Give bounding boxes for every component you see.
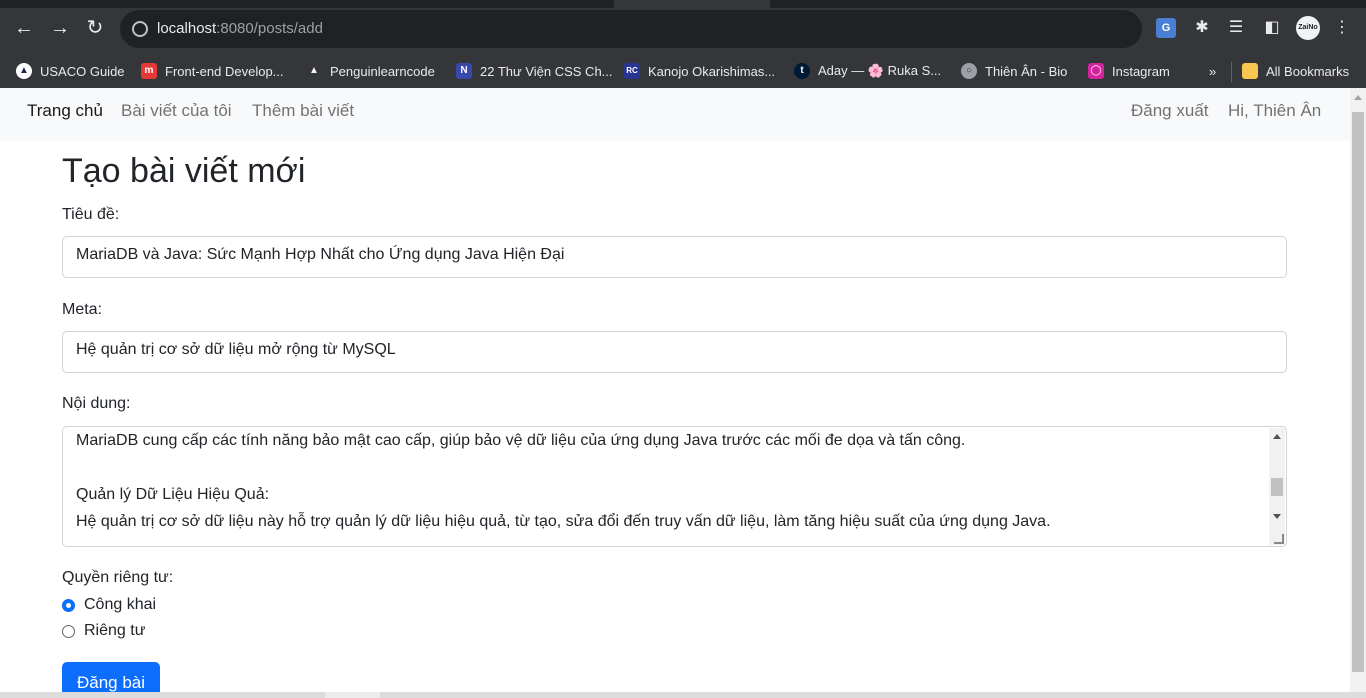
page-horizontal-scrollbar[interactable] [0,692,1366,698]
bookmark-label: Instagram [1112,63,1170,79]
bookmark-item[interactable]: ▲ USACO Guide [16,60,125,82]
extensions-puzzle-icon[interactable]: ✱ [1192,18,1212,38]
media-playlist-icon[interactable]: ☰ [1226,18,1246,38]
meta-input[interactable]: Hệ quản trị cơ sở dữ liệu mở rộng từ MyS… [62,331,1287,373]
bookmark-label: 22 Thư Viện CSS Ch... [480,63,613,79]
bookmark-label: USACO Guide [40,63,125,79]
bookmark-item[interactable]: RC Kanojo Okarishimas... [624,60,775,82]
public-radio-label: Công khai [84,596,157,613]
textarea-scroll-thumb[interactable] [1271,478,1283,496]
content-label: Nội dung: [62,395,131,412]
privacy-label: Quyền riêng tư: [62,569,174,586]
bookmark-item[interactable]: t Aday — 🌸 Ruka S... [794,60,941,82]
private-radio-label: Riêng tư [84,622,146,639]
n-logo-icon: N [456,63,472,79]
forward-icon[interactable]: → [48,16,72,40]
reload-icon[interactable]: ↻ [83,16,107,40]
scroll-up-icon[interactable] [1273,434,1281,439]
bookmark-item[interactable]: ◯ Instagram [1088,60,1170,82]
rc-logo-icon: RC [624,63,640,79]
nav-home-link[interactable]: Trang chủ [27,101,103,121]
usaco-icon: ▲ [16,63,32,79]
all-bookmarks-button[interactable]: All Bookmarks [1242,60,1349,82]
nav-logout-link[interactable]: Đăng xuất [1131,101,1209,121]
tumblr-icon: t [794,63,810,79]
page-title: Tạo bài viết mới [62,152,306,190]
all-bookmarks-label: All Bookmarks [1266,63,1350,79]
bookmark-item[interactable]: ○ Thiên Ân - Bio [961,60,1067,82]
url-host: localhost [157,20,217,37]
bookmark-item[interactable]: ▲ Penguinlearncode [306,60,435,82]
nav-my-posts-link[interactable]: Bài viết của tôi [121,101,232,121]
active-tab-edge[interactable] [614,0,770,8]
bookmark-item[interactable]: m Front-end Develop... [141,60,284,82]
url-path: :8080/posts/add [216,20,323,37]
title-label: Tiêu đề: [62,206,120,223]
globe-icon: ○ [961,63,977,79]
page-scroll-up-icon[interactable] [1354,95,1362,100]
content-text: MariaDB cung cấp các tính năng bảo mật c… [76,432,1051,530]
browser-toolbar: ← → ↻ localhost:8080/posts/add G ✱ ☰ ◧ Z… [0,0,1366,56]
resize-handle-icon[interactable] [1274,534,1284,544]
bookmark-label: Kanojo Okarishimas... [648,63,776,79]
bookmark-label: Front-end Develop... [165,63,284,79]
folder-icon [1242,63,1258,79]
more-bookmarks-button[interactable]: » [1209,60,1216,82]
side-panel-icon[interactable]: ◧ [1262,18,1282,38]
bookmark-label: Penguinlearncode [330,63,435,79]
nav-add-post-link[interactable]: Thêm bài viết [252,101,354,121]
tab-strip [0,0,1366,8]
address-bar[interactable]: localhost:8080/posts/add [120,10,1142,48]
bookmark-item[interactable]: N 22 Thư Viện CSS Ch... [456,60,613,82]
chrome-menu-icon[interactable]: ⋮ [1332,18,1352,38]
title-input[interactable]: MariaDB và Java: Sức Mạnh Hợp Nhất cho Ứ… [62,236,1287,278]
bookmark-label: Aday — 🌸 Ruka S... [818,63,942,78]
profile-avatar[interactable]: ZaiNo [1296,16,1320,40]
nav-greeting[interactable]: Hi, Thiên Ân [1228,101,1321,121]
submit-post-button[interactable]: Đăng bài [62,662,160,692]
instagram-icon: ◯ [1088,63,1104,79]
bookmarks-separator [1231,62,1232,82]
meta-label: Meta: [62,301,103,318]
page-scroll-thumb[interactable] [1352,112,1364,672]
privacy-private-option[interactable]: Riêng tư [62,622,145,640]
privacy-public-option[interactable]: Công khai [62,596,156,614]
page-viewport: Trang chủ Bài viết của tôi Thêm bài viết… [0,88,1350,692]
back-icon[interactable]: ← [12,16,36,40]
address-url: localhost:8080/posts/add [157,20,323,37]
bookmarks-bar: ▲ USACO Guide m Front-end Develop... ▲ Peng… [0,56,1366,88]
translate-icon[interactable]: G [1156,18,1176,38]
scroll-down-icon[interactable] [1273,514,1281,519]
site-info-icon[interactable] [132,21,148,37]
private-radio[interactable] [62,624,75,638]
m-logo-icon: m [141,63,157,79]
public-radio[interactable] [62,598,75,612]
site-navbar: Trang chủ Bài viết của tôi Thêm bài viết… [0,88,1350,141]
penguin-icon: ▲ [309,65,319,76]
horizontal-scroll-thumb[interactable] [325,692,380,698]
page-vertical-scrollbar[interactable] [1350,88,1366,692]
content-textarea[interactable]: MariaDB cung cấp các tính năng bảo mật c… [62,426,1287,547]
bookmark-label: Thiên Ân - Bio [985,63,1068,79]
textarea-scrollbar[interactable] [1269,428,1285,545]
